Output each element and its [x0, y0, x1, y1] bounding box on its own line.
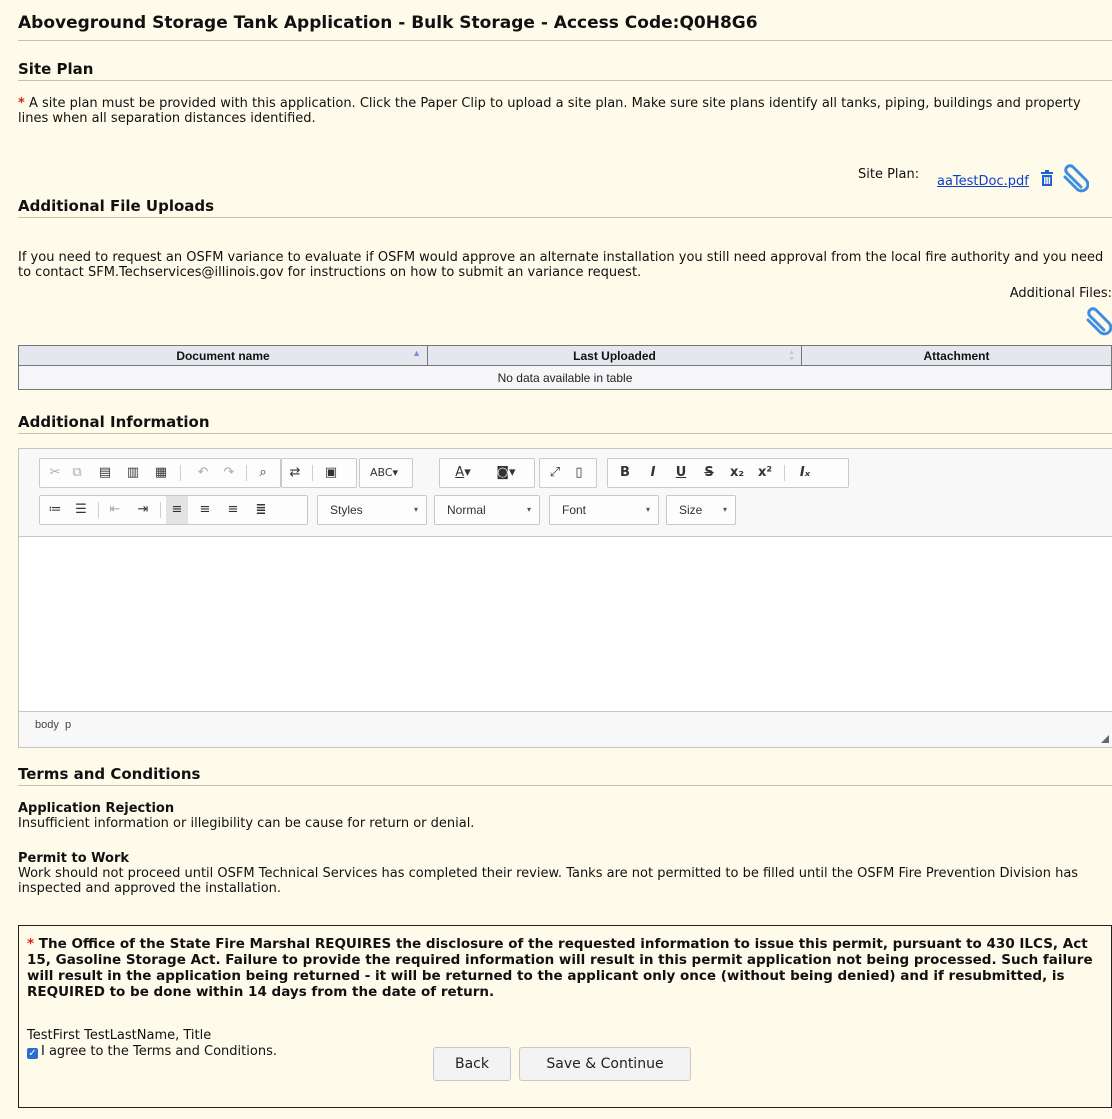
italic-button[interactable]: I — [642, 459, 664, 487]
path-p[interactable]: p — [65, 719, 71, 731]
superscript-icon[interactable]: x² — [754, 459, 776, 487]
site-plan-heading: Site Plan — [18, 60, 1112, 81]
maximize-icon[interactable]: ⤢ — [544, 459, 566, 487]
cut-icon[interactable]: ✂ — [44, 459, 66, 487]
agree-label: I agree to the Terms and Conditions. — [41, 1044, 277, 1059]
table-row: No data available in table — [18, 365, 1112, 390]
signer-name: TestFirst TestLastName, Title — [27, 1028, 212, 1043]
editor-content-area[interactable] — [19, 536, 1112, 712]
font-dropdown[interactable]: Font ▾ — [549, 495, 659, 525]
agree-checkbox-row[interactable]: ✓ I agree to the Terms and Conditions. — [27, 1044, 277, 1059]
view-group: ⤢ ▯ — [539, 458, 597, 488]
editor-element-path: body p — [35, 719, 71, 731]
undo-icon[interactable]: ↶ — [192, 459, 214, 487]
trash-icon[interactable] — [1040, 170, 1054, 190]
sort-both-icon: ▲ ▼ — [788, 349, 795, 363]
additional-files-label: Additional Files: — [1009, 286, 1112, 301]
redo-icon[interactable]: ↷ — [218, 459, 240, 487]
format-dropdown[interactable]: Normal ▾ — [434, 495, 540, 525]
show-blocks-icon[interactable]: ▯ — [568, 459, 590, 487]
bg-color-icon[interactable]: ◙▾ — [486, 459, 526, 487]
variance-note: If you need to request an OSFM variance … — [18, 250, 1104, 280]
underline-button[interactable]: U — [670, 459, 692, 487]
paragraph-group: ≔ ☰ ⇤ ⇥ ≡ ≡ ≡ ≣ — [39, 495, 308, 525]
color-group: A▾ ◙▾ — [439, 458, 535, 488]
align-right-icon[interactable]: ≡ — [222, 496, 244, 524]
bullet-list-icon[interactable]: ☰ — [70, 496, 92, 524]
path-body[interactable]: body — [35, 719, 59, 731]
find-group: ⇄ ▣ — [281, 458, 357, 488]
application-page: Aboveground Storage Tank Application - B… — [18, 0, 1112, 1108]
justify-icon[interactable]: ≣ — [250, 496, 272, 524]
additional-uploads-heading: Additional File Uploads — [18, 197, 1112, 218]
size-dropdown[interactable]: Size ▾ — [666, 495, 736, 525]
empty-table-message: No data available in table — [18, 365, 1112, 390]
agree-checkbox[interactable]: ✓ — [27, 1048, 38, 1059]
rejection-text: Insufficient information or illegibility… — [18, 816, 475, 831]
basic-styles-group: B I U S x₂ x² Iₓ — [607, 458, 849, 488]
spellcheck-group: ABC▾ — [359, 458, 413, 488]
outdent-icon[interactable]: ⇤ — [104, 496, 126, 524]
align-left-icon[interactable]: ≡ — [166, 496, 188, 524]
paste-text-icon[interactable]: ▥ — [122, 459, 144, 487]
strike-button[interactable]: S — [698, 459, 720, 487]
required-mark: * — [27, 936, 35, 952]
chevron-down-icon: ▾ — [526, 505, 531, 514]
back-button[interactable]: Back — [433, 1047, 511, 1081]
select-all-icon[interactable]: ▣ — [320, 459, 342, 487]
additional-files-paperclip-icon[interactable] — [1082, 306, 1112, 340]
site-plan-note: * A site plan must be provided with this… — [18, 96, 1112, 126]
styles-dropdown[interactable]: Styles ▾ — [317, 495, 427, 525]
find-icon[interactable]: ⌕ — [252, 459, 274, 487]
rejection-section: Application Rejection Insufficient infor… — [18, 801, 1112, 831]
disclosure-text: * The Office of the State Fire Marshal R… — [27, 936, 1093, 1000]
replace-icon[interactable]: ⇄ — [284, 459, 306, 487]
remove-format-icon[interactable]: Iₓ — [794, 459, 816, 487]
spellcheck-icon[interactable]: ABC▾ — [366, 459, 402, 487]
site-plan-file-row: Site Plan: aaTestDoc.pdf — [858, 163, 1112, 193]
subscript-icon[interactable]: x₂ — [726, 459, 748, 487]
permit-section: Permit to Work Work should not proceed u… — [18, 851, 1112, 896]
sort-asc-icon: ▲ — [412, 348, 421, 358]
table-header-row: Document name ▲ Last Uploaded ▲ ▼ Attachm… — [18, 345, 1112, 366]
paste-word-icon[interactable]: ▦ — [150, 459, 172, 487]
col-last-uploaded[interactable]: Last Uploaded ▲ ▼ — [427, 345, 802, 366]
indent-icon[interactable]: ⇥ — [132, 496, 154, 524]
site-plan-file-link[interactable]: aaTestDoc.pdf — [937, 174, 1029, 189]
rich-text-editor: ✂ ⧉ ▤ ▥ ▦ ↶ ↷ ⌕ ⇄ ▣ ABC▾ A▾ ◙▾ ⤢ ▯ B I U… — [18, 448, 1112, 748]
col-attachment: Attachment — [801, 345, 1112, 366]
paste-icon[interactable]: ▤ — [94, 459, 116, 487]
save-continue-button[interactable]: Save & Continue — [519, 1047, 691, 1081]
clipboard-group: ✂ ⧉ ▤ ▥ ▦ ↶ ↷ ⌕ — [39, 458, 281, 488]
text-color-icon[interactable]: A▾ — [444, 459, 482, 487]
site-plan-note-text: A site plan must be provided with this a… — [18, 96, 1081, 126]
paperclip-icon[interactable] — [1059, 163, 1090, 197]
page-title: Aboveground Storage Tank Application - B… — [18, 12, 1112, 41]
permit-text: Work should not proceed until OSFM Techn… — [18, 866, 1079, 896]
required-mark: * — [18, 96, 25, 111]
documents-table: Document name ▲ Last Uploaded ▲ ▼ Attachm… — [18, 345, 1112, 390]
numbered-list-icon[interactable]: ≔ — [44, 496, 66, 524]
chevron-down-icon: ▾ — [645, 505, 650, 514]
site-plan-label: Site Plan: — [858, 167, 920, 182]
terms-heading: Terms and Conditions — [18, 765, 1112, 786]
copy-icon[interactable]: ⧉ — [66, 459, 88, 487]
resize-handle[interactable] — [1101, 735, 1109, 743]
permit-title: Permit to Work — [18, 851, 130, 866]
col-document-name[interactable]: Document name ▲ — [18, 345, 428, 366]
bold-button[interactable]: B — [614, 459, 636, 487]
chevron-down-icon: ▾ — [413, 505, 418, 514]
chevron-down-icon: ▾ — [722, 505, 727, 514]
additional-info-heading: Additional Information — [18, 413, 1112, 434]
align-center-icon[interactable]: ≡ — [194, 496, 216, 524]
rejection-title: Application Rejection — [18, 801, 175, 816]
